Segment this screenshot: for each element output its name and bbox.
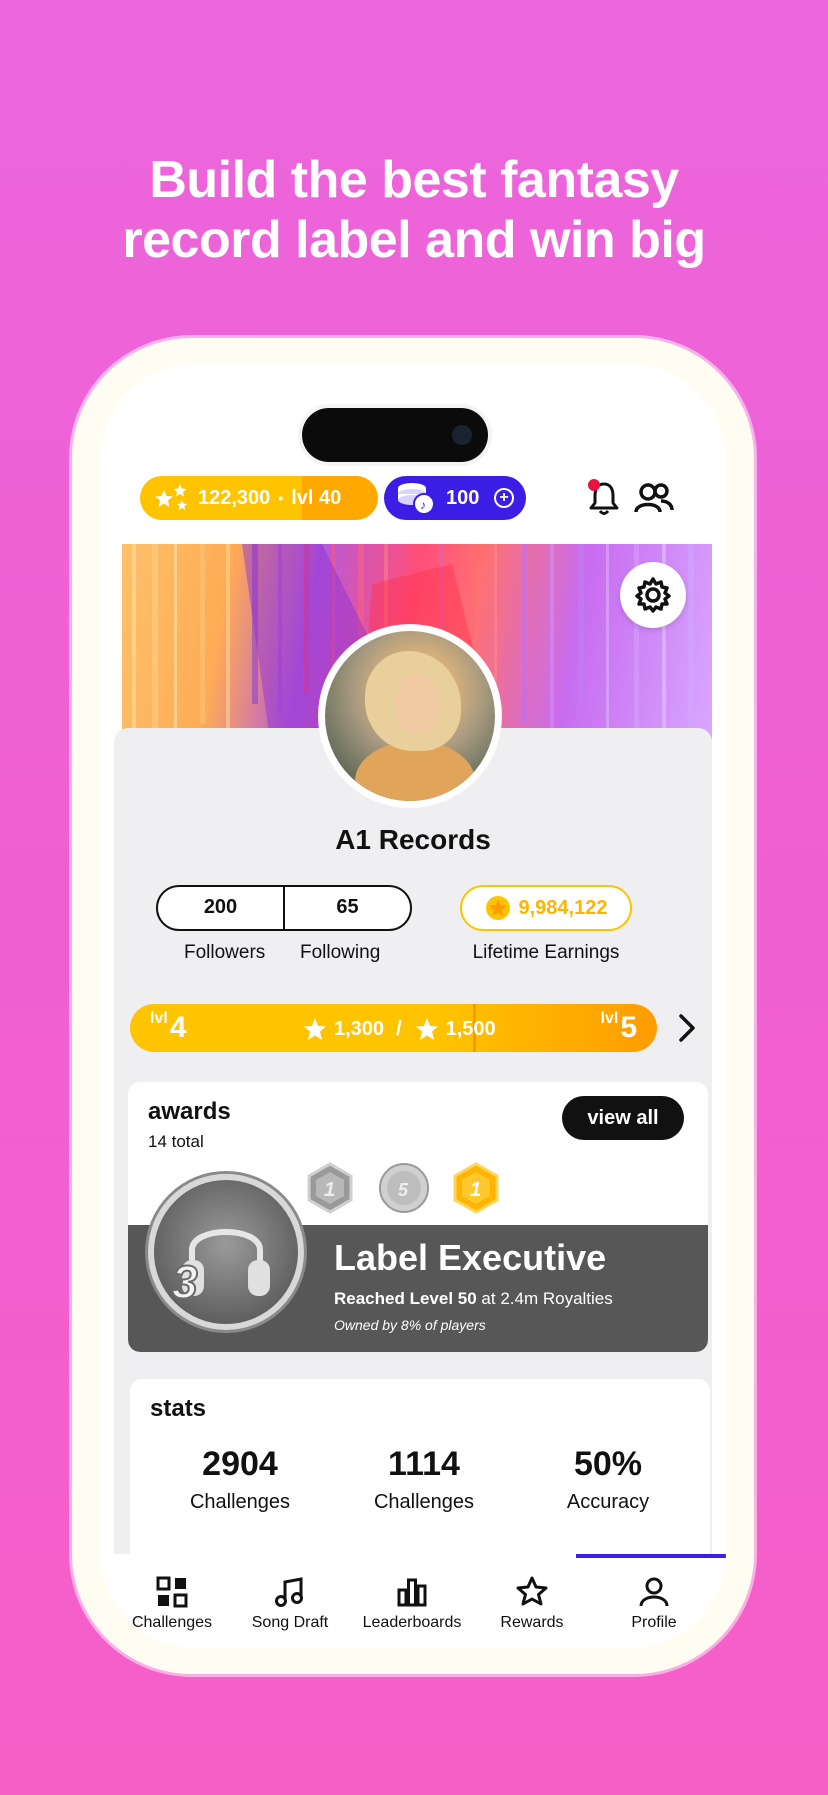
coins-icon: ♪ — [398, 483, 435, 515]
notification-dot — [588, 479, 600, 491]
stars-icon — [155, 484, 187, 510]
xp-level: lvl 40 — [291, 486, 342, 509]
star-badge-icon — [485, 896, 510, 920]
tab-challenges[interactable]: Challenges — [112, 1576, 232, 1632]
award-name: Label Executive — [334, 1237, 607, 1278]
next-level: lvl5 — [600, 1010, 637, 1044]
xp-value: 122,300 — [198, 486, 271, 509]
level-progress-bar: lvl4 1,300 / 1,500 lvl5 — [130, 1004, 657, 1052]
tab-label: Profile — [631, 1614, 677, 1631]
plus-circle-icon[interactable]: + — [494, 488, 514, 508]
earnings-label: Lifetime Earnings — [472, 942, 620, 963]
xp-divider: / — [396, 1017, 402, 1040]
follow-counts[interactable]: 200 65 — [156, 885, 412, 931]
tab-rewards[interactable]: Rewards — [472, 1576, 592, 1632]
stat-label: Accuracy — [566, 1491, 650, 1513]
dynamic-island — [302, 408, 488, 462]
friends-icon[interactable] — [634, 480, 674, 516]
current-level: lvl4 — [150, 1010, 187, 1044]
tab-label: Song Draft — [251, 1614, 329, 1631]
followers-label: Followers — [184, 942, 266, 963]
tab-profile[interactable]: Profile — [594, 1576, 714, 1632]
silver-disc-badge-icon[interactable]: 5 — [378, 1162, 430, 1214]
following-label: Following — [300, 942, 381, 963]
xp-pill[interactable]: 122,300 • lvl 40 — [140, 476, 378, 520]
svg-text:1: 1 — [470, 1179, 481, 1201]
tab-label: Rewards — [500, 1614, 564, 1631]
star-icon — [415, 1018, 438, 1040]
stat-value: 50% — [573, 1445, 643, 1483]
stat-label: Challenges — [189, 1491, 291, 1513]
earnings-badge: 9,984,122 — [460, 885, 632, 931]
followers-count[interactable]: 200 — [158, 887, 285, 929]
view-all-button[interactable]: view all — [562, 1096, 684, 1140]
stat-value: 1114 — [388, 1445, 460, 1483]
avatar[interactable] — [318, 624, 502, 808]
marketing-headline: Build the best fantasy record label and … — [0, 150, 828, 270]
tab-label: Challenges — [131, 1614, 213, 1631]
award-ownership: Owned by 8% of players — [334, 1317, 486, 1333]
grid-icon — [156, 1576, 188, 1608]
xp-separator: • — [278, 490, 284, 506]
star-icon — [516, 1576, 548, 1606]
chevron-right-icon[interactable] — [674, 1012, 700, 1044]
earnings-value: 9,984,122 — [518, 896, 608, 919]
star-icon — [304, 1018, 326, 1040]
phone-frame: 122,300 • lvl 40 ♪ 100 + A1 Records 200 … — [72, 338, 754, 1674]
following-count[interactable]: 65 — [285, 887, 410, 929]
settings-button[interactable] — [620, 562, 686, 628]
bell-icon[interactable] — [586, 478, 622, 518]
stats-title: stats — [150, 1395, 207, 1422]
svg-text:5: 5 — [398, 1180, 409, 1200]
bottom-tab-bar: Challenges Song Draft Leaderboards Rewar… — [100, 1554, 726, 1648]
tab-label: Leaderboards — [362, 1614, 462, 1631]
gold-hex-badge-icon[interactable]: 1 — [450, 1162, 502, 1214]
headline-line-1: Build the best fantasy — [149, 151, 679, 209]
svg-text:3: 3 — [172, 1256, 198, 1308]
awards-title: awards — [148, 1098, 231, 1125]
music-note-icon — [275, 1577, 303, 1607]
active-tab-indicator — [576, 1554, 726, 1558]
gear-icon — [635, 577, 671, 613]
silver-hex-badge-icon[interactable]: 1 — [304, 1162, 356, 1214]
stat-label: Challenges — [373, 1491, 475, 1513]
label-name: A1 Records — [335, 824, 491, 855]
stat-value: 2904 — [202, 1445, 278, 1483]
coins-value: 100 — [446, 486, 480, 509]
level-xp: 1,300 / 1,500 — [302, 1016, 496, 1042]
tab-leaderboards[interactable]: Leaderboards — [352, 1576, 472, 1632]
bar-chart-icon — [397, 1578, 427, 1607]
app-screen: 122,300 • lvl 40 ♪ 100 + A1 Records 200 … — [100, 364, 726, 1648]
tab-song-draft[interactable]: Song Draft — [230, 1576, 350, 1632]
award-description: Reached Level 50 at 2.4m Royalties — [334, 1289, 613, 1308]
svg-text:1: 1 — [324, 1179, 335, 1201]
awards-total: 14 total — [148, 1132, 204, 1151]
svg-text:♪: ♪ — [420, 498, 426, 512]
target-xp: 1,500 — [445, 1017, 496, 1040]
current-xp: 1,300 — [334, 1017, 385, 1040]
headline-line-2: record label and win big — [122, 211, 706, 269]
top-bar: 122,300 • lvl 40 ♪ 100 + — [100, 476, 726, 522]
user-icon — [639, 1577, 669, 1607]
awards-card: awards 14 total view all 1 5 1 Label Exe… — [128, 1082, 708, 1352]
headphones-badge-icon: 3 — [148, 1174, 304, 1330]
coins-pill[interactable]: ♪ 100 + — [384, 476, 526, 520]
